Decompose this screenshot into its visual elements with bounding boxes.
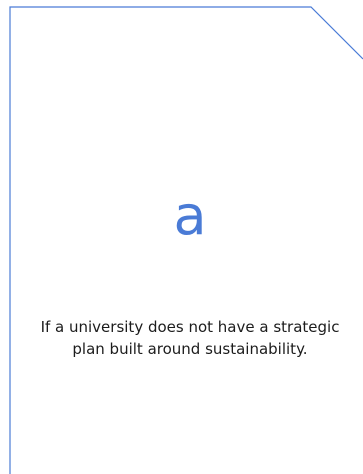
answer-card: a If a university does not have a strate… <box>0 0 363 474</box>
card-description: If a university does not have a strategi… <box>40 318 340 358</box>
card-letter: a <box>173 184 207 247</box>
